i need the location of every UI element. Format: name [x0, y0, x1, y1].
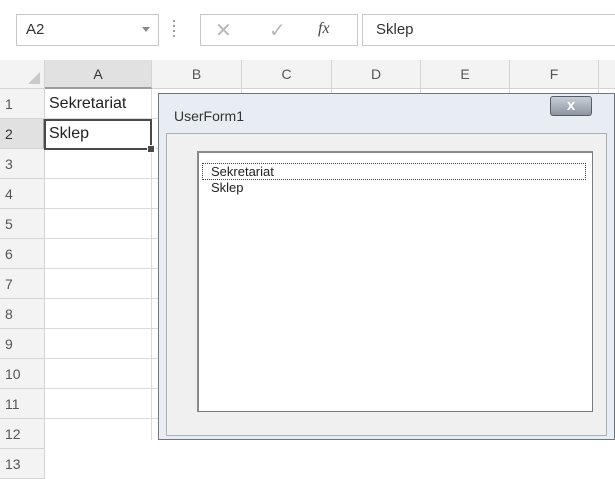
enter-check-icon[interactable]: ✓ — [269, 18, 286, 43]
name-box[interactable]: A2 — [16, 14, 159, 46]
close-icon: x — [566, 97, 576, 114]
list-item[interactable]: Sekretariat — [202, 163, 586, 180]
row-header-11[interactable]: 11 — [0, 389, 45, 419]
formula-buttons: ✕ ✓ fx — [200, 14, 358, 46]
formula-value: Sklep — [376, 21, 414, 38]
row-header-13[interactable]: 13 — [0, 449, 45, 479]
formula-input[interactable]: Sklep — [362, 14, 615, 46]
userform-client-area: Sekretariat Sklep — [166, 133, 607, 436]
row-header-2[interactable]: 2 — [0, 119, 45, 149]
row-header-9[interactable]: 9 — [0, 329, 45, 359]
select-all-icon — [28, 72, 40, 84]
row-header-8[interactable]: 8 — [0, 299, 45, 329]
row-header-4[interactable]: 4 — [0, 179, 45, 209]
row-header-1[interactable]: 1 — [0, 89, 45, 119]
cell-a1[interactable]: Sekretariat — [49, 95, 126, 113]
column-header-b[interactable]: B — [152, 60, 242, 89]
cancel-icon[interactable]: ✕ — [215, 18, 232, 43]
row-header-5[interactable]: 5 — [0, 209, 45, 239]
row-header-3[interactable]: 3 — [0, 149, 45, 179]
name-box-value: A2 — [26, 21, 45, 38]
fill-handle[interactable] — [147, 145, 155, 153]
active-cell-border — [44, 119, 152, 150]
insert-function-icon[interactable]: fx — [318, 20, 330, 38]
close-button[interactable]: x — [550, 96, 592, 116]
column-header-g[interactable] — [599, 60, 615, 89]
column-header-c[interactable]: C — [242, 60, 332, 89]
column-header-e[interactable]: E — [421, 60, 510, 89]
listbox[interactable]: Sekretariat Sklep — [197, 151, 593, 412]
column-header-a[interactable]: A — [45, 60, 152, 89]
formula-bar: A2 ✕ ✓ fx Sklep — [0, 0, 615, 60]
column-header-f[interactable]: F — [510, 60, 599, 89]
formula-bar-grip[interactable] — [173, 20, 175, 38]
userform-titlebar[interactable]: UserForm1 x — [159, 94, 614, 133]
userform-title: UserForm1 — [174, 108, 245, 124]
row-header-10[interactable]: 10 — [0, 359, 45, 389]
userform-window: UserForm1 x Sekretariat Sklep — [158, 93, 615, 440]
row-header-12[interactable]: 12 — [0, 419, 45, 449]
column-header-d[interactable]: D — [332, 60, 421, 89]
list-item[interactable]: Sklep — [211, 180, 244, 195]
select-all-corner[interactable] — [0, 60, 45, 89]
row-header-6[interactable]: 6 — [0, 239, 45, 269]
chevron-down-icon[interactable] — [142, 27, 150, 32]
row-header-7[interactable]: 7 — [0, 269, 45, 299]
